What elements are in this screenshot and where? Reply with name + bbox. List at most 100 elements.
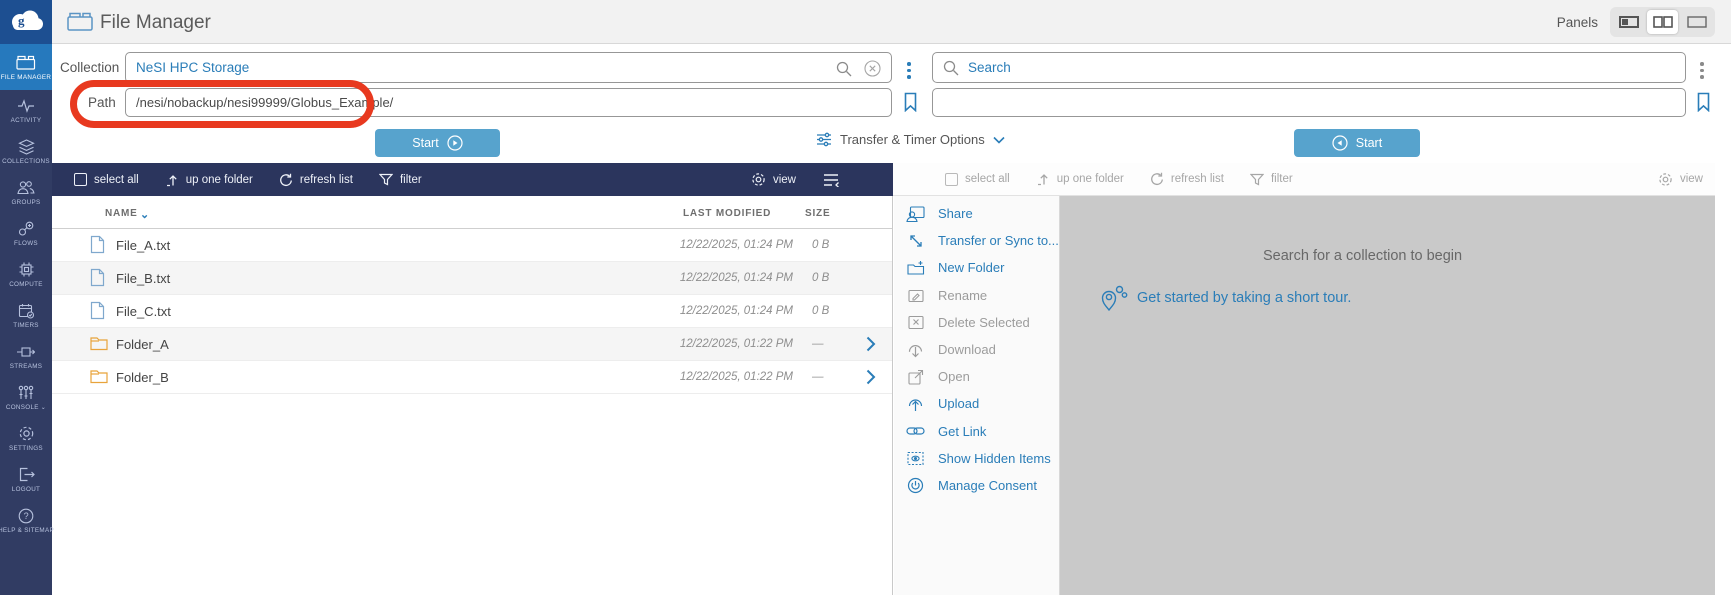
select-all-control[interactable]: select all — [945, 173, 1010, 186]
sort-chevron-icon[interactable]: ⌄ — [140, 208, 150, 221]
folder-icon — [90, 336, 108, 351]
chevron-down-icon: ⌄ — [41, 405, 46, 411]
file-row[interactable]: File_B.txt 12/22/2025, 01:24 PM 0 B — [52, 262, 892, 295]
clear-collection-icon[interactable] — [864, 60, 881, 77]
menu-item-transfer-or-sync[interactable]: Transfer or Sync to... — [894, 227, 1059, 254]
menu-item-share[interactable]: Share — [894, 200, 1059, 227]
main-area: Collection — [52, 44, 1731, 595]
folder-row[interactable]: Folder_A 12/22/2025, 01:22 PM — — [52, 328, 892, 361]
sidebar-item-compute[interactable]: COMPUTE — [0, 254, 52, 295]
flows-icon — [18, 220, 35, 237]
panel-layout-single-button[interactable] — [1613, 10, 1644, 34]
destination-path-input[interactable] — [932, 88, 1686, 117]
file-icon — [90, 301, 105, 320]
tour-link[interactable]: Get started by taking a short tour. — [1137, 290, 1351, 306]
consent-icon — [906, 477, 925, 494]
file-listing: NAME ⌄ LAST MODIFIED SIZE File_A.txt 12/… — [52, 196, 893, 595]
refresh-list-button[interactable]: refresh list — [1150, 172, 1224, 186]
search-icon[interactable] — [836, 61, 852, 77]
chevron-down-icon — [993, 136, 1005, 144]
menu-item-get-link[interactable]: Get Link — [894, 418, 1059, 445]
start-transfer-destination-button[interactable]: Start — [1294, 129, 1420, 157]
collapse-menu-icon[interactable] — [823, 173, 841, 187]
menu-item-show-hidden-items[interactable]: Show Hidden Items — [894, 445, 1059, 472]
transfer-timer-options-label: Transfer & Timer Options — [840, 132, 985, 147]
select-all-checkbox[interactable] — [945, 173, 958, 186]
sidebar-item-logout[interactable]: LOGOUT — [0, 459, 52, 500]
menu-item-manage-consent[interactable]: Manage Consent — [894, 472, 1059, 499]
svg-text:?: ? — [24, 511, 29, 521]
view-button[interactable]: view — [1658, 172, 1703, 187]
sidebar-item-settings[interactable]: SETTINGS — [0, 418, 52, 459]
new-folder-icon — [906, 260, 925, 276]
sidebar-item-label: CONSOLE — [6, 404, 39, 411]
folder-name: Folder_B — [116, 370, 169, 385]
filter-button[interactable]: filter — [1250, 173, 1293, 186]
bookmark-icon[interactable] — [1696, 92, 1711, 112]
menu-item-new-folder[interactable]: New Folder — [894, 254, 1059, 281]
open-folder-chevron-icon[interactable] — [866, 369, 876, 385]
up-one-folder-icon — [165, 173, 179, 187]
sidebar-item-collections[interactable]: COLLECTIONS — [0, 131, 52, 172]
file-icon — [90, 235, 105, 254]
open-folder-chevron-icon[interactable] — [866, 336, 876, 352]
panel-layout-double-button[interactable] — [1647, 10, 1678, 34]
folder-name: Folder_A — [116, 337, 169, 352]
folder-modified: 12/22/2025, 01:22 PM — [623, 371, 793, 383]
menu-item-rename[interactable]: Rename — [894, 282, 1059, 309]
file-modified: 12/22/2025, 01:24 PM — [623, 239, 793, 251]
column-header-modified[interactable]: LAST MODIFIED — [683, 208, 771, 219]
sidebar-item-streams[interactable]: STREAMS — [0, 336, 52, 377]
sidebar-item-file-manager[interactable]: FILE MANAGER — [0, 44, 52, 90]
column-header-size[interactable]: SIZE — [805, 208, 830, 219]
destination-search-input[interactable] — [968, 60, 1675, 75]
transfer-timer-options[interactable]: Transfer & Timer Options — [816, 132, 1005, 147]
sidebar-item-groups[interactable]: GROUPS — [0, 172, 52, 213]
refresh-list-button[interactable]: refresh list — [279, 173, 353, 187]
folder-row[interactable]: Folder_B 12/22/2025, 01:22 PM — — [52, 361, 892, 394]
sidebar-item-console[interactable]: CONSOLE⌄ — [0, 377, 52, 418]
up-one-folder-button[interactable]: up one folder — [165, 173, 253, 187]
help-icon: ? — [18, 507, 34, 524]
menu-item-upload[interactable]: Upload — [894, 390, 1059, 417]
tour-pin-icon — [1098, 284, 1128, 312]
sidebar-item-timers[interactable]: TIMERS — [0, 295, 52, 336]
sidebar-item-label: STREAMS — [10, 363, 43, 370]
file-size: 0 B — [812, 272, 829, 284]
console-icon — [18, 384, 34, 401]
view-button[interactable]: view — [751, 172, 796, 187]
menu-item-download[interactable]: Download — [894, 336, 1059, 363]
select-all-control[interactable]: select all — [74, 173, 139, 186]
play-circle-left-icon — [1332, 135, 1348, 151]
collections-icon — [18, 138, 35, 155]
file-row[interactable]: File_C.txt 12/22/2025, 01:24 PM 0 B — [52, 295, 892, 328]
sidebar-item-label: FLOWS — [14, 240, 38, 247]
file-row[interactable]: File_A.txt 12/22/2025, 01:24 PM 0 B — [52, 229, 892, 262]
refresh-icon — [279, 173, 293, 187]
rename-icon — [906, 288, 925, 303]
destination-toolbar: select all up one folder refresh list fi… — [893, 163, 1715, 196]
bookmark-icon[interactable] — [903, 92, 918, 112]
sidebar-item-help-sitemap[interactable]: ? HELP & SITEMAP — [0, 500, 52, 541]
source-options-kebab-icon[interactable] — [903, 58, 915, 83]
source-collection-field[interactable] — [125, 52, 892, 83]
filter-button[interactable]: filter — [379, 173, 422, 186]
source-path-input[interactable] — [125, 88, 892, 117]
menu-item-delete-selected[interactable]: Delete Selected — [894, 309, 1059, 336]
sidebar-item-activity[interactable]: ACTIVITY — [0, 90, 52, 131]
groups-icon — [17, 179, 35, 196]
column-header-name[interactable]: NAME — [105, 208, 138, 219]
select-all-checkbox[interactable] — [74, 173, 87, 186]
file-size: 0 B — [812, 239, 829, 251]
start-transfer-source-button[interactable]: Start — [375, 129, 500, 157]
destination-collection-field[interactable] — [932, 52, 1686, 83]
up-one-folder-button[interactable]: up one folder — [1036, 172, 1124, 186]
filter-icon — [379, 173, 393, 186]
panel-layout-wide-button[interactable] — [1681, 10, 1712, 34]
transfer-sync-icon — [906, 233, 925, 249]
sidebar-item-flows[interactable]: FLOWS — [0, 213, 52, 254]
source-collection-input[interactable] — [136, 60, 827, 75]
globus-logo[interactable]: g — [0, 0, 52, 44]
destination-options-kebab-icon[interactable] — [1696, 58, 1708, 83]
menu-item-open[interactable]: Open — [894, 363, 1059, 390]
